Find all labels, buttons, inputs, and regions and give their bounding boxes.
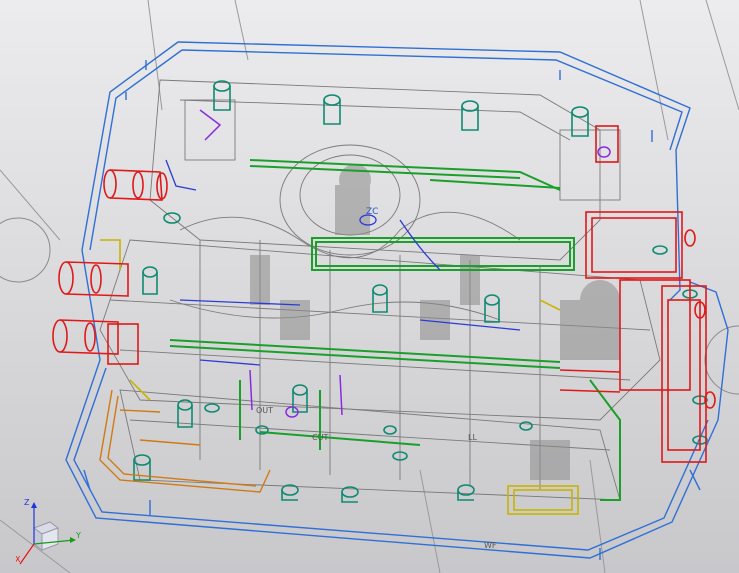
background-construction-lines [0,0,739,573]
model-label-wf: WF [484,541,497,550]
triad-cube [32,521,60,551]
ejector-components[interactable] [100,239,579,515]
3d-viewport[interactable]: OUT CUT LL WF ZC Z Y X [0,0,739,573]
bottom-clamp-plate[interactable] [65,281,729,560]
model-label-ll: LL [468,433,477,442]
triad-x-label: X [16,555,21,564]
fasteners[interactable] [133,80,708,503]
triad-z-arrow [31,502,37,508]
triad-y-label: Y [75,531,81,540]
core-wireframe[interactable] [99,79,661,501]
slide-block[interactable] [99,389,271,493]
model-label-cut: CUT [312,433,328,442]
origin-label: ZC [366,207,379,217]
edge-circle-left [0,217,51,283]
view-triad[interactable]: Z Y X [16,494,84,566]
mold-assembly-wireframe[interactable]: OUT CUT LL WF [0,0,739,573]
triad-z-label: Z [24,498,30,507]
model-label-out: OUT [256,406,273,415]
triad-x-axis [19,543,35,565]
